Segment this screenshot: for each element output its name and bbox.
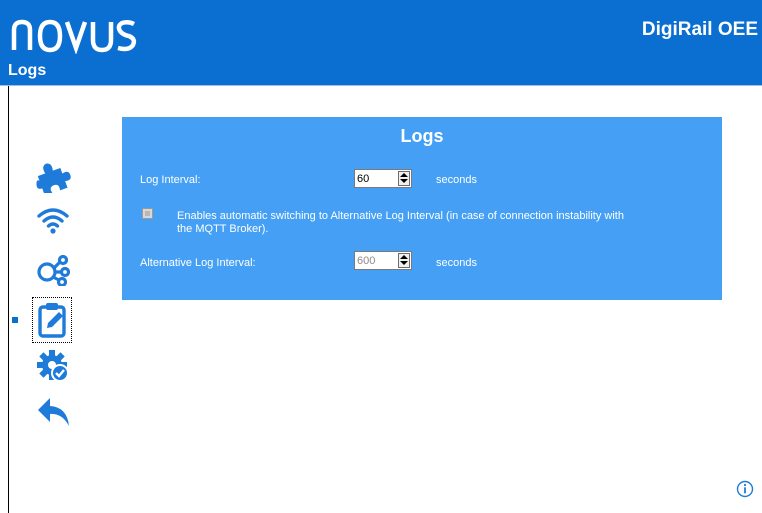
- spin-down-icon[interactable]: [400, 261, 408, 265]
- sidebar-item-logs[interactable]: [32, 297, 72, 343]
- sidebar-item-modules[interactable]: [33, 156, 73, 196]
- clipboard-edit-icon: [38, 303, 66, 338]
- alt-log-interval-stepper[interactable]: [354, 251, 412, 270]
- logs-panel: Logs Log Interval: seconds Enables autom…: [122, 117, 722, 300]
- log-interval-spin-buttons[interactable]: [398, 171, 410, 186]
- gear-check-icon: [37, 350, 69, 382]
- log-interval-input[interactable]: [355, 170, 399, 187]
- auto-switch-label-line1: Enables automatic switching to Alternati…: [177, 210, 624, 222]
- panel-title: Logs: [400, 126, 444, 146]
- novus-logo: [11, 19, 137, 54]
- sidebar-item-wifi[interactable]: [33, 200, 73, 240]
- alt-log-interval-input[interactable]: [355, 252, 399, 269]
- log-interval-unit: seconds: [436, 174, 477, 186]
- network-icon: [37, 254, 70, 286]
- spin-up-icon[interactable]: [400, 255, 408, 259]
- spin-up-icon[interactable]: [400, 173, 408, 177]
- wifi-icon: [37, 208, 69, 234]
- alt-log-interval-spin-buttons[interactable]: [398, 253, 410, 268]
- page-title: Logs: [8, 62, 47, 79]
- content-left-border: [8, 86, 9, 513]
- sidebar-item-back[interactable]: [33, 392, 73, 432]
- active-item-marker: [12, 317, 18, 323]
- puzzle-icon: [36, 163, 71, 193]
- auto-switch-label-line2: the MQTT Broker).: [177, 223, 269, 235]
- spin-down-icon[interactable]: [400, 179, 408, 183]
- log-interval-label: Log Interval:: [140, 174, 201, 186]
- sidebar-item-settings[interactable]: [33, 346, 73, 386]
- alt-log-interval-label: Alternative Log Interval:: [140, 257, 256, 269]
- reply-arrow-icon: [38, 398, 69, 426]
- alt-log-interval-unit: seconds: [436, 257, 477, 269]
- header-bar: DigiRail OEE Logs: [0, 0, 762, 86]
- auto-switch-checkbox[interactable]: [142, 208, 153, 219]
- sidebar-item-network[interactable]: [33, 250, 73, 290]
- product-name: DigiRail OEE: [641, 19, 758, 40]
- log-interval-stepper[interactable]: [354, 169, 412, 188]
- info-icon[interactable]: [736, 480, 754, 498]
